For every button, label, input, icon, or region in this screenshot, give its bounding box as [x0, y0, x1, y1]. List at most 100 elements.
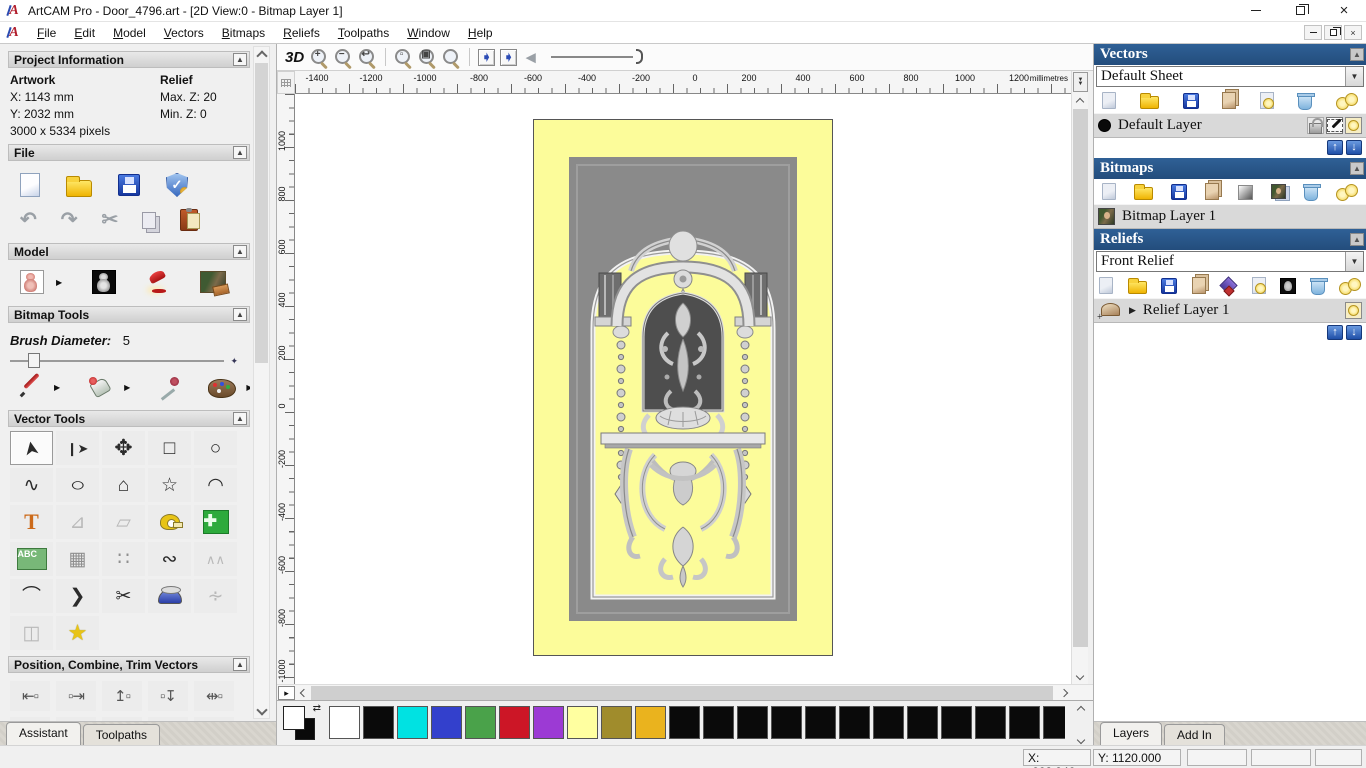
tab-layers[interactable]: Layers [1100, 722, 1162, 745]
palette-swatch[interactable] [499, 706, 530, 739]
bitmap-preview-icon[interactable] [1271, 184, 1286, 199]
relief-visibility-page-icon[interactable] [1252, 277, 1266, 294]
all-layers-visible-icon[interactable] [1336, 93, 1358, 109]
flyout-icon[interactable]: ▶ [246, 383, 250, 392]
scrollbar-thumb[interactable] [311, 686, 1053, 700]
palette-swatch[interactable] [431, 706, 462, 739]
measure-icon[interactable] [160, 514, 180, 530]
view-3d-button[interactable]: 3D [285, 49, 304, 66]
tab-add-in[interactable]: Add In [1164, 724, 1225, 745]
lock-layer-icon[interactable] [1307, 117, 1324, 134]
chevron-down-icon[interactable]: ▼ [1345, 67, 1363, 86]
zoom-slider[interactable] [551, 48, 643, 66]
scrollbar-thumb[interactable] [255, 63, 268, 363]
zoom-slider-handle[interactable] [636, 49, 643, 64]
palette-swatch[interactable] [601, 706, 632, 739]
paste-icon[interactable] [180, 209, 198, 231]
wrap-dome-tool[interactable] [148, 579, 191, 613]
move-layer-down-icon[interactable]: ↓ [1346, 140, 1362, 155]
brush-diameter-slider[interactable]: ✦ [10, 352, 238, 368]
create-rectangle-tool[interactable]: □ [148, 431, 191, 465]
vector-layer-row[interactable]: Default Layer [1094, 113, 1366, 138]
assistant-scrollbar[interactable] [253, 46, 270, 719]
delete-vector-layer-icon[interactable] [1298, 95, 1312, 110]
merge-bitmap-layers-icon[interactable] [1205, 183, 1219, 200]
palette-swatch[interactable] [703, 706, 734, 739]
menu-vectors[interactable]: Vectors [155, 24, 213, 42]
envelope-distort-tool[interactable]: ▦ [56, 542, 99, 576]
clip-vectors-tool[interactable]: ✂ [102, 579, 145, 613]
palette-swatch[interactable] [567, 706, 598, 739]
merge-relief-layers-icon[interactable] [1192, 277, 1206, 294]
palette-swatch[interactable] [907, 706, 938, 739]
palette-swatch[interactable] [1009, 706, 1040, 739]
section-model[interactable]: Model ▲ [8, 243, 250, 260]
move-layer-down-icon[interactable]: ↓ [1346, 325, 1362, 340]
save-relief-layer-icon[interactable] [1161, 278, 1177, 294]
greyscale-layer-icon[interactable] [1238, 185, 1253, 200]
scroll-down-icon[interactable] [1077, 736, 1085, 744]
scroll-up-icon[interactable] [254, 47, 269, 61]
palette-swatch[interactable] [975, 706, 1006, 739]
collapse-icon[interactable]: ▲ [233, 658, 247, 671]
flood-fill-icon[interactable] [88, 376, 114, 398]
flyout-icon[interactable]: ▶ [124, 383, 130, 392]
primary-colour[interactable] [283, 706, 305, 730]
transform-vectors-tool[interactable]: ✥ [102, 431, 145, 465]
section-project-information[interactable]: Project Information ▲ [8, 51, 250, 68]
save-bitmap-layer-icon[interactable] [1171, 184, 1187, 200]
scroll-down-icon[interactable] [1072, 670, 1088, 684]
relief-layer-visible-icon[interactable] [1345, 302, 1362, 319]
paste-cross-tool[interactable]: ✚ [194, 505, 237, 539]
scrollbar-thumb[interactable] [1073, 109, 1088, 647]
palette-scrollbar[interactable] [1073, 703, 1089, 743]
align-right-button[interactable]: ▫⇥ [56, 681, 96, 711]
new-bitmap-layer-icon[interactable] [1102, 183, 1116, 200]
pan-view-icon[interactable]: ◄ [522, 49, 539, 66]
scroll-right-icon[interactable] [1056, 685, 1071, 701]
align-top-button[interactable]: ↥▫ [102, 681, 142, 711]
palette-swatch[interactable] [397, 706, 428, 739]
sheet-select[interactable]: Default Sheet ▼ [1096, 66, 1364, 87]
palette-swatch[interactable] [329, 706, 360, 739]
layer-visible-icon[interactable] [1345, 117, 1362, 134]
collapse-icon[interactable]: ▲ [1350, 48, 1364, 61]
palette-swatch[interactable] [533, 706, 564, 739]
collapse-icon[interactable]: ▲ [1350, 162, 1364, 175]
horizontal-scrollbar[interactable]: ▸ [277, 684, 1093, 700]
slider-track[interactable] [10, 360, 224, 362]
menu-help[interactable]: Help [459, 24, 502, 42]
greyscale-from-model-icon[interactable] [20, 270, 44, 294]
fillet-vectors-tool[interactable]: ★ [56, 616, 99, 650]
palette-swatch[interactable] [941, 706, 972, 739]
relief-select[interactable]: Front Relief ▼ [1096, 251, 1364, 272]
flyout-icon[interactable]: ▶ [56, 278, 62, 287]
delete-relief-layer-icon[interactable] [1311, 280, 1325, 295]
light-material-icon[interactable] [146, 270, 170, 294]
create-arc-tool[interactable]: ◠ [194, 468, 237, 502]
delete-bitmap-layer-icon[interactable] [1304, 186, 1318, 201]
measure-tool[interactable] [148, 505, 191, 539]
close-button[interactable]: × [1322, 0, 1366, 22]
primary-secondary-colours[interactable]: ⇄ [283, 706, 319, 742]
block-paste-tool[interactable]: ∷ [102, 542, 145, 576]
move-layer-up-icon[interactable]: ↑ [1327, 140, 1343, 155]
collapse-icon[interactable]: ▲ [233, 245, 247, 258]
menu-file[interactable]: File [28, 24, 65, 42]
menu-reliefs[interactable]: Reliefs [274, 24, 329, 42]
swap-colours-icon[interactable]: ⇄ [313, 703, 321, 714]
new-vector-layer-icon[interactable] [1102, 92, 1116, 109]
copy-icon[interactable] [142, 212, 156, 229]
scroll-down-icon[interactable] [254, 704, 269, 718]
align-bottom-button[interactable]: ▫↧ [148, 681, 188, 711]
layer-visibility-page-icon[interactable] [1260, 92, 1274, 109]
scroll-left-icon[interactable] [296, 685, 311, 701]
invert-model-icon[interactable] [92, 270, 116, 294]
paste-cross-icon[interactable]: ✚ [203, 510, 229, 534]
menu-window[interactable]: Window [398, 24, 459, 42]
all-reliefs-visible-icon[interactable] [1339, 278, 1361, 294]
zoom-objects-icon[interactable]: ▣ [418, 48, 437, 67]
zoom-drawing-icon[interactable] [442, 48, 461, 67]
colour-palette-icon[interactable] [208, 379, 236, 398]
collapse-icon[interactable]: ▲ [233, 308, 247, 321]
